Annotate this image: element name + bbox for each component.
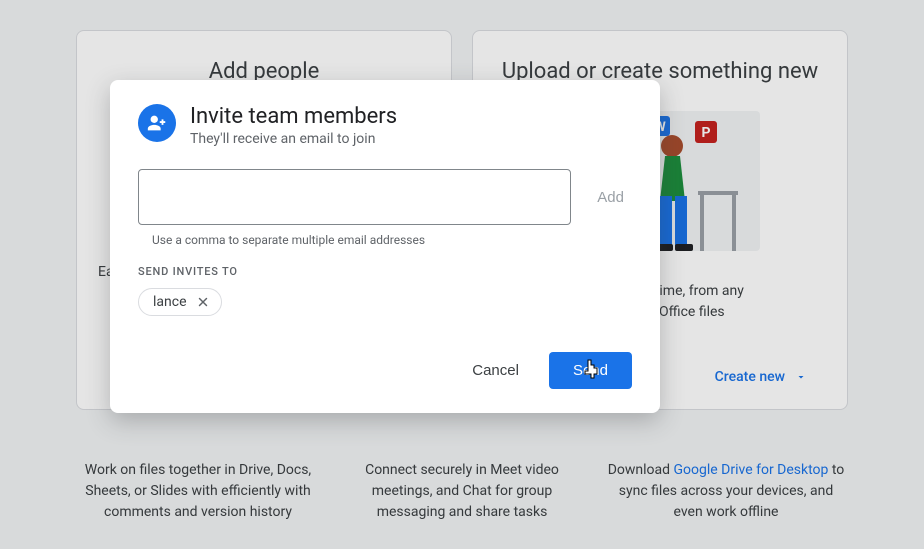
add-button[interactable]: Add: [589, 189, 632, 206]
send-to-label: Send invites to: [138, 265, 632, 278]
invite-modal: Invite team members They'll receive an e…: [110, 80, 660, 413]
invite-chip: lance: [138, 288, 222, 316]
cancel-button[interactable]: Cancel: [462, 354, 529, 387]
chip-remove-icon[interactable]: [195, 294, 211, 310]
chip-label: lance: [153, 294, 187, 310]
person-add-icon: [138, 104, 176, 142]
modal-subtitle: They'll receive an email to join: [190, 131, 397, 147]
modal-title: Invite team members: [190, 104, 397, 129]
send-button[interactable]: Send: [549, 352, 632, 389]
helper-text: Use a comma to separate multiple email a…: [152, 233, 632, 247]
email-input[interactable]: [138, 169, 571, 225]
